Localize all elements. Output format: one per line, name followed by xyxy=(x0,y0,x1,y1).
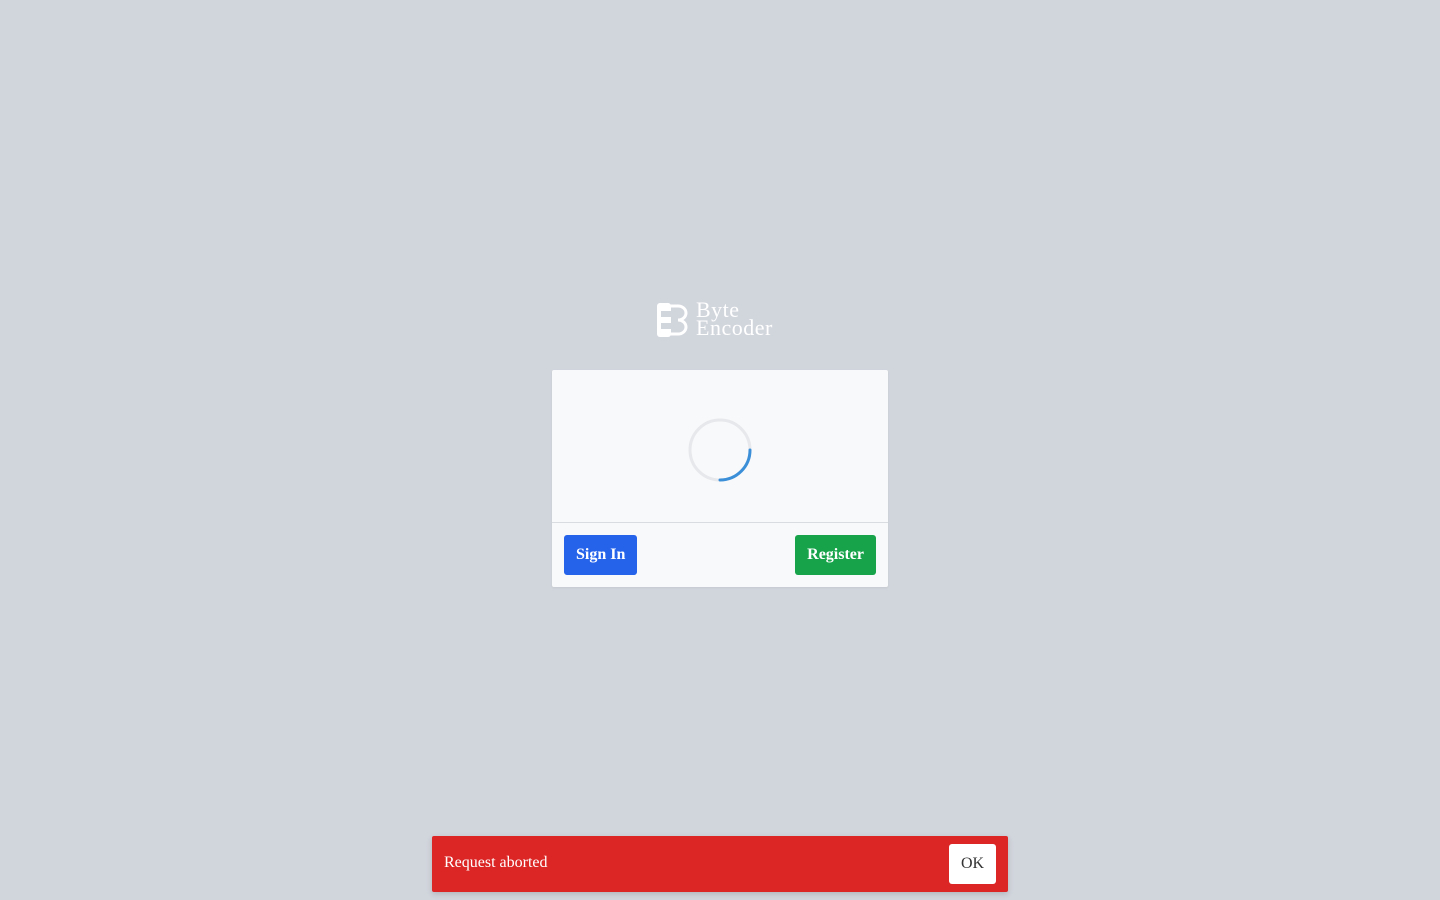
auth-card-footer: Sign In Register xyxy=(552,523,888,587)
toast-ok-button[interactable]: OK xyxy=(949,844,996,884)
auth-card-body xyxy=(552,370,888,523)
login-page: Byte Encoder Sign In Register Request ab… xyxy=(0,0,1440,900)
loading-spinner-icon xyxy=(688,418,752,482)
brand-name-line2: Encoder xyxy=(696,315,773,340)
brand-logo: Byte Encoder xyxy=(656,299,786,340)
byteencoder-logo-mark-icon xyxy=(657,303,688,337)
auth-card: Sign In Register xyxy=(552,370,888,587)
register-button[interactable]: Register xyxy=(795,535,876,575)
error-toast: Request aborted OK xyxy=(432,836,1008,892)
sign-in-button[interactable]: Sign In xyxy=(564,535,638,575)
toast-message: Request aborted xyxy=(444,854,548,871)
brand-name: Byte Encoder xyxy=(696,299,773,340)
